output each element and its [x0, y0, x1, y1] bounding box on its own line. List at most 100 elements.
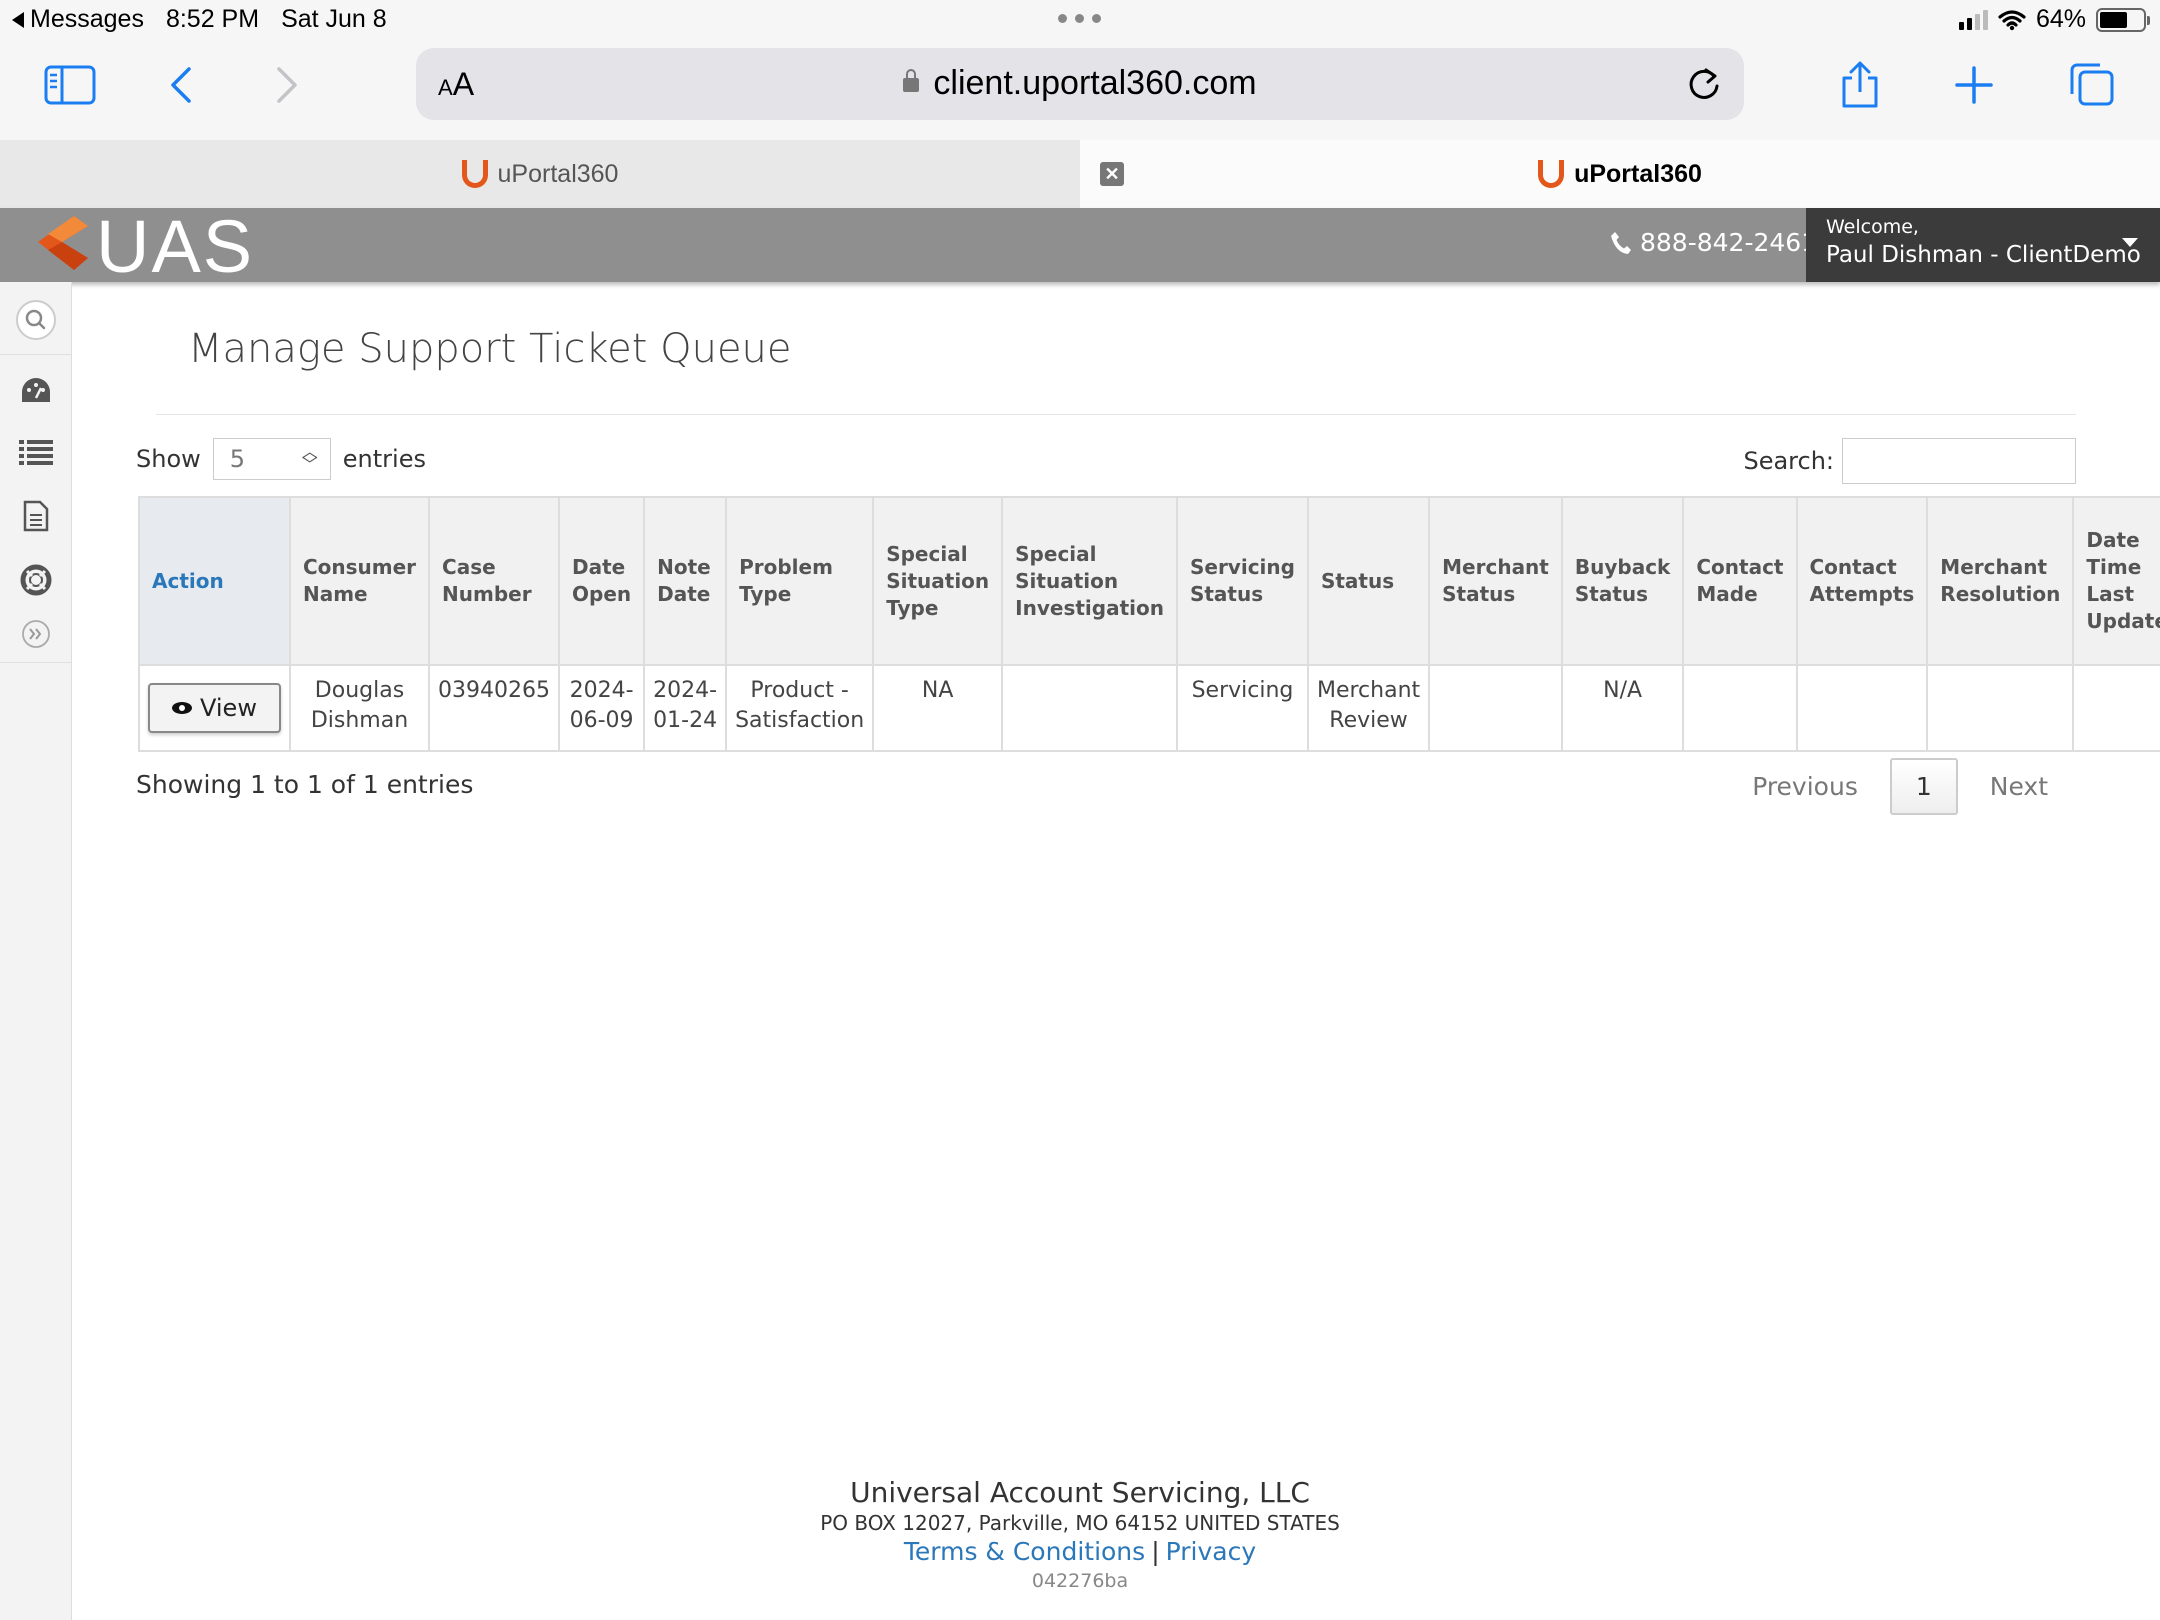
search-label: Search: — [1743, 447, 1834, 475]
sidebar-list[interactable] — [0, 424, 72, 480]
column-header[interactable]: Note Date — [643, 496, 728, 666]
sidebar-documents[interactable] — [0, 488, 72, 544]
url-display[interactable]: client.uportal360.com — [416, 64, 1744, 103]
sidebar-toggle-icon[interactable] — [40, 60, 100, 110]
table-cell — [1926, 664, 2075, 752]
uportal-favicon-icon — [1538, 160, 1565, 188]
table-header-row: Action Consumer Name Case Number Date Open Note… — [138, 496, 2160, 666]
footer-separator: | — [1151, 1537, 1160, 1566]
table-cell: 03940265 — [428, 664, 561, 752]
reload-icon[interactable] — [1684, 64, 1724, 104]
page-1-button[interactable]: 1 — [1889, 758, 1958, 815]
cell-text: NA — [921, 678, 954, 703]
column-header-label: Updated — [2086, 609, 2160, 633]
tab-uportal-1[interactable]: uPortal360 — [0, 140, 1080, 208]
column-header-label: Contact — [1696, 555, 1784, 579]
multitasking-dots-icon[interactable] — [1058, 14, 1101, 23]
page-length-select[interactable]: 5 ︿ ﹀ — [212, 438, 331, 480]
table-cell: 2024- 01-24 — [643, 664, 728, 752]
column-header-label: Made — [1696, 582, 1758, 606]
column-header-label: Consumer — [302, 555, 417, 579]
tab-overview-icon[interactable] — [2062, 60, 2122, 110]
share-icon[interactable] — [1830, 60, 1890, 110]
new-tab-plus-icon[interactable] — [1944, 60, 2004, 110]
cell-text: Douglas — [314, 678, 405, 703]
action-cell: View — [138, 664, 291, 752]
lock-icon — [903, 69, 920, 92]
search-icon — [16, 300, 56, 340]
uas-logo-text[interactable]: UAS — [96, 204, 254, 289]
column-header[interactable]: Buyback Status — [1560, 496, 1685, 666]
table-cell — [1428, 664, 1563, 752]
terms-link[interactable]: Terms & Conditions — [904, 1537, 1145, 1566]
tab-title: uPortal360 — [497, 159, 619, 188]
forward-chevron-icon[interactable] — [256, 60, 316, 110]
cell-text: 06-09 — [569, 708, 634, 733]
back-to-messages-link[interactable]: Messages — [12, 5, 144, 34]
battery-percent: 64% — [2035, 5, 2086, 33]
column-header[interactable]: Consumer Name — [288, 496, 431, 666]
column-header-label: Attempts — [1809, 582, 1915, 606]
column-header[interactable]: Special Situation Type — [872, 496, 1004, 666]
table-cell: Product - Satisfaction — [725, 664, 875, 752]
column-header-label: Contact — [1809, 555, 1897, 579]
column-header[interactable]: Servicing Status — [1175, 496, 1309, 666]
view-button[interactable]: View — [148, 683, 281, 733]
column-header-label: Problem — [739, 555, 833, 579]
column-header-label: Status — [1189, 582, 1264, 606]
table-cell — [2072, 664, 2160, 752]
column-header-label: Resolution — [1940, 582, 2061, 606]
column-header[interactable]: Case Number — [428, 496, 561, 666]
column-header[interactable]: Special Situation Investigation — [1001, 496, 1178, 666]
cell-text: 2024- — [569, 678, 634, 703]
build-id: 042276ba — [1031, 1570, 1129, 1592]
status-bar: Messages 8:52 PM Sat Jun 8 64% — [0, 0, 2160, 40]
column-header-label: Last — [2086, 582, 2135, 606]
privacy-link[interactable]: Privacy — [1166, 1537, 1257, 1566]
column-header[interactable]: Contact Made — [1682, 496, 1798, 666]
table-cell — [1682, 664, 1798, 752]
expand-icon — [22, 620, 50, 648]
column-header[interactable]: Date Open — [558, 496, 646, 666]
cell-text: N/A — [1603, 678, 1643, 703]
column-header-label: Note — [657, 555, 711, 579]
tab-uportal-2[interactable]: ✕ uPortal360 — [1080, 140, 2160, 208]
search-input[interactable] — [1842, 438, 2076, 484]
sidebar-support[interactable] — [0, 552, 72, 608]
column-header-label: Date — [572, 555, 626, 579]
column-header-action[interactable]: Action — [138, 496, 291, 666]
column-header[interactable]: Status — [1306, 496, 1431, 666]
next-page-button[interactable]: Next — [1962, 760, 2076, 813]
column-header-label: Type — [886, 595, 939, 620]
user-menu[interactable]: Welcome, Paul Dishman - ClientDemo — [1806, 208, 2160, 282]
battery-icon — [2096, 7, 2150, 32]
table-row: View Douglas Dishman 03940265 2024- 06-09 2024… — [138, 664, 2160, 752]
column-header-label: Buyback — [1574, 555, 1671, 579]
previous-page-button[interactable]: Previous — [1724, 760, 1886, 813]
back-triangle-icon — [12, 11, 24, 28]
column-header[interactable]: Contact Attempts — [1795, 496, 1929, 666]
back-chevron-icon[interactable] — [152, 60, 212, 110]
tab-title: uPortal360 — [1574, 159, 1702, 188]
table-info: Showing 1 to 1 of 1 entries — [136, 770, 474, 799]
column-header[interactable]: Merchant Resolution — [1926, 496, 2075, 666]
column-header-label: Number — [442, 582, 532, 606]
close-tab-icon[interactable]: ✕ — [1100, 162, 1124, 186]
column-header[interactable]: Date Time Last Updated — [2072, 496, 2160, 666]
app-header: UAS 888-842-2461 Welcome, Paul Dishman -… — [0, 205, 2160, 288]
address-bar[interactable]: AA client.uportal360.com — [416, 48, 1744, 120]
status-time: 8:52 PM — [165, 5, 260, 33]
support-phone[interactable]: 888-842-2461 — [1610, 228, 1817, 257]
sidebar-dashboard[interactable] — [0, 362, 72, 418]
table-cell — [1795, 664, 1929, 752]
column-header[interactable]: Merchant Status — [1428, 496, 1563, 666]
column-header-label: Time — [2086, 555, 2142, 579]
uportal-favicon-icon — [461, 160, 488, 188]
column-header-label: Status — [1320, 568, 1395, 593]
column-header-label: Investigation — [1015, 595, 1164, 620]
column-header-label: Date — [2086, 528, 2140, 552]
column-header[interactable]: Problem Type — [725, 496, 875, 666]
table-search: Search: — [1743, 438, 2076, 484]
sidebar-search[interactable] — [0, 292, 72, 348]
sidebar-expand[interactable] — [0, 606, 72, 662]
